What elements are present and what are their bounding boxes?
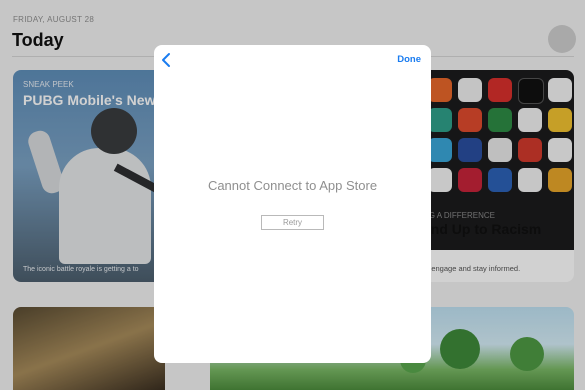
- retry-button[interactable]: Retry: [261, 215, 324, 230]
- error-message: Cannot Connect to App Store: [207, 178, 378, 193]
- cannot-connect-dialog: Done Cannot Connect to App Store Retry: [154, 45, 431, 363]
- chevron-left-icon: [162, 53, 170, 67]
- done-button[interactable]: Done: [397, 54, 421, 65]
- back-button[interactable]: [158, 51, 176, 69]
